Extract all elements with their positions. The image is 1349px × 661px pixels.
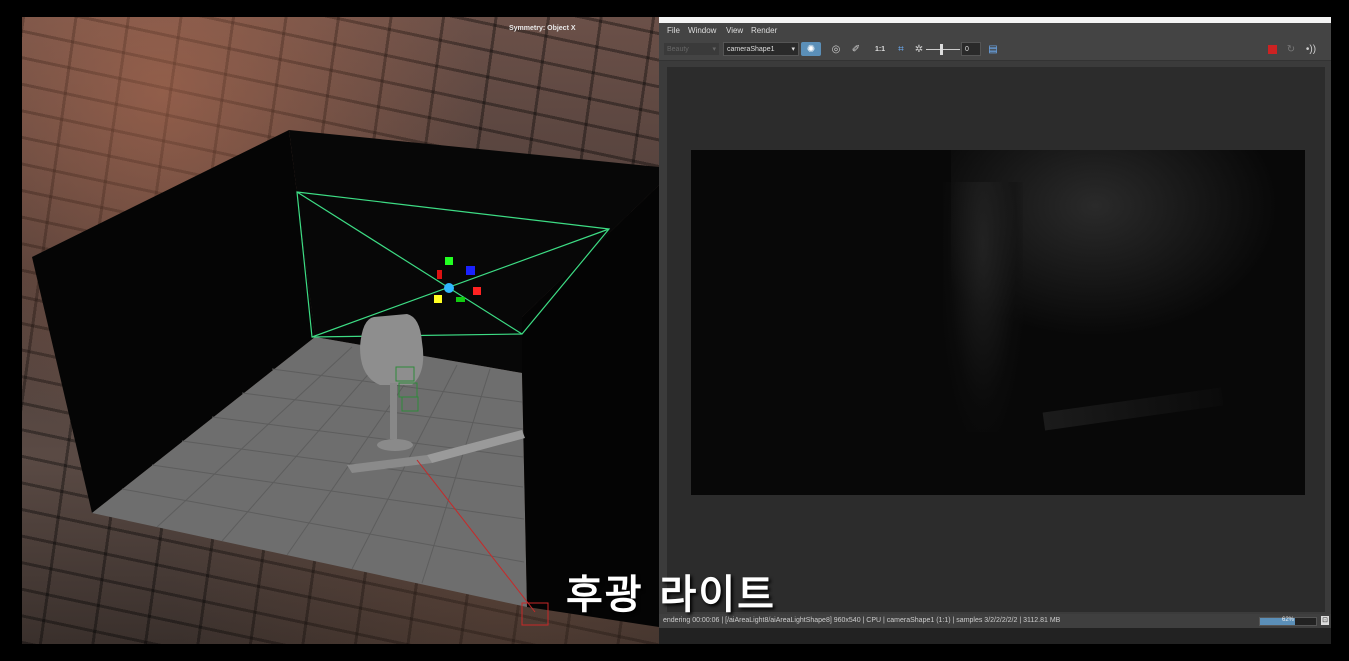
- aov-select-value: Beauty: [667, 45, 689, 53]
- menu-render[interactable]: Render: [751, 26, 777, 35]
- viewport-scene: [32, 130, 659, 627]
- render-progress-label: 62%: [1281, 617, 1294, 623]
- menu-file[interactable]: File: [667, 26, 680, 35]
- camera-select-value: cameraShape1: [727, 45, 775, 53]
- audio-notify-button[interactable]: •)): [1304, 42, 1318, 56]
- pin-icon: ✐: [851, 43, 861, 55]
- exposure-icon: ✲: [914, 43, 924, 55]
- chevron-down-icon: ▾: [791, 46, 795, 53]
- chevron-down-icon: ▾: [712, 46, 716, 53]
- bottom-panel: [659, 628, 1331, 644]
- render-settings-button[interactable]: ✺: [801, 42, 821, 56]
- expand-button[interactable]: ⊡: [1321, 616, 1329, 625]
- debug-button[interactable]: ▤: [987, 42, 999, 56]
- menu-view[interactable]: View: [726, 26, 743, 35]
- maya-3d-viewport[interactable]: Symmetry: Object X: [22, 17, 659, 644]
- snapshot-button[interactable]: ✐: [849, 42, 863, 56]
- aov-select[interactable]: Beauty ▾: [663, 42, 720, 56]
- sun-gear-icon: ✺: [806, 43, 816, 55]
- render-progress-bar: 62%: [1259, 617, 1317, 626]
- expand-icon: ⊡: [1322, 617, 1328, 624]
- toolbar: Beauty ▾ cameraShape1 ▾ ✺ ◎ ✐ 1:1 ⌗ ✲ 0: [659, 39, 1331, 61]
- exposure-value-field[interactable]: 0: [961, 42, 981, 56]
- ipr-button[interactable]: ◎: [829, 42, 843, 56]
- render-glass-silhouette: [943, 182, 1023, 432]
- exposure-slider[interactable]: [926, 42, 960, 56]
- crop-button[interactable]: ⌗: [895, 42, 907, 56]
- render-knife-silhouette: [1042, 387, 1224, 431]
- symmetry-label: Symmetry: Object X: [509, 25, 576, 32]
- rendered-image[interactable]: [691, 150, 1305, 495]
- arnold-renderview-window: File Window View Render Beauty ▾ cameraS…: [659, 17, 1331, 644]
- refresh-icon: ↻: [1286, 43, 1296, 55]
- speaker-icon: •)): [1305, 43, 1317, 55]
- overlay-caption: 후광 라이트: [566, 572, 776, 618]
- stop-icon: [1267, 44, 1277, 54]
- ratio-button[interactable]: 1:1: [871, 42, 889, 56]
- debug-shading-icon: ▤: [988, 43, 998, 55]
- render-canvas[interactable]: [667, 67, 1325, 612]
- camera-select[interactable]: cameraShape1 ▾: [723, 42, 799, 56]
- ipr-icon: ◎: [831, 43, 841, 55]
- menu-bar: File Window View Render: [659, 23, 1331, 39]
- stop-render-button[interactable]: [1266, 42, 1278, 56]
- exposure-slider-handle[interactable]: [940, 43, 943, 55]
- refresh-render-button[interactable]: ↻: [1285, 42, 1297, 56]
- menu-window[interactable]: Window: [688, 26, 716, 35]
- exposure-slider-track: [926, 43, 960, 55]
- exposure-icon-button[interactable]: ✲: [913, 42, 925, 56]
- crop-icon: ⌗: [898, 43, 904, 55]
